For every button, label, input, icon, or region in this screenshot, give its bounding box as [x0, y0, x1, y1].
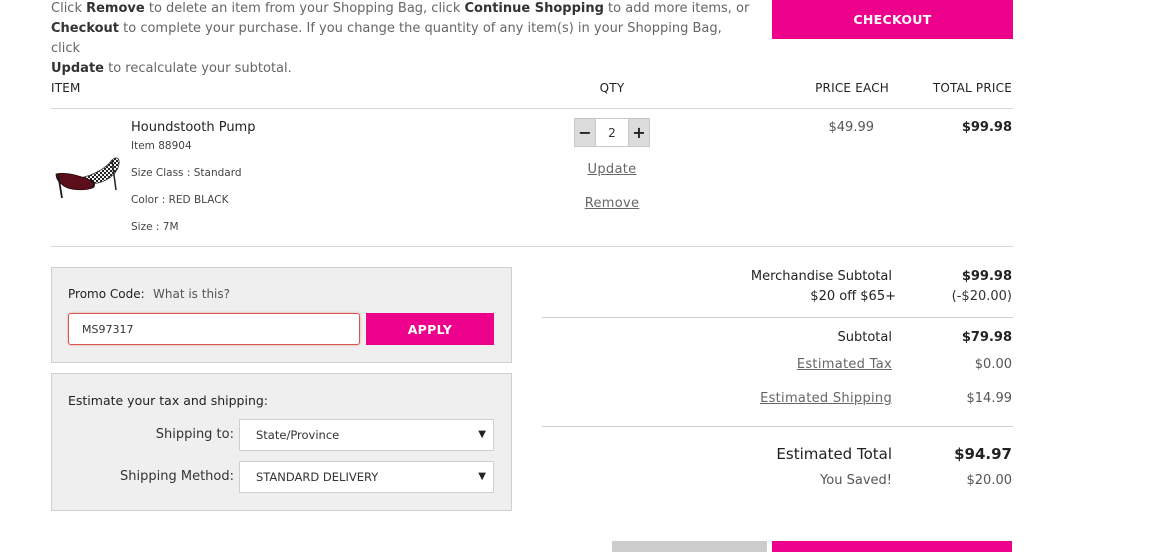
item-size: Size : 7M [131, 221, 179, 233]
qty-increase-button[interactable]: + [629, 119, 649, 146]
header-qty: QTY [599, 81, 625, 95]
shipping-to-label: Shipping to: [155, 427, 234, 442]
remove-link[interactable]: Remove [572, 196, 652, 211]
chevron-down-icon: ▼ [478, 471, 486, 482]
item-price-each: $49.99 [828, 120, 875, 135]
instr-bold-update: Update [51, 61, 104, 76]
discount-value: (-$20.00) [951, 289, 1012, 304]
shipping-to-select[interactable]: State/Province ▼ [239, 419, 494, 451]
instr-text-1: Click [51, 1, 87, 16]
estimated-shipping-link[interactable]: Estimated Shipping [680, 391, 892, 406]
subtotal-value: $79.98 [961, 330, 1012, 345]
instr-text-5: to recalculate your subtotal. [103, 61, 292, 76]
item-number: Item 88904 [131, 140, 192, 152]
item-color: Color : RED BLACK [131, 194, 229, 206]
continue-shopping-button[interactable] [612, 541, 767, 552]
promo-code-input[interactable]: MS97317 [68, 313, 360, 345]
instr-text-4: to complete your purchase. If you change… [51, 21, 722, 56]
subtotal-label: Subtotal [837, 330, 892, 345]
estimated-tax-link[interactable]: Estimated Tax [680, 357, 892, 372]
item-total-price: $99.98 [961, 120, 1012, 135]
quantity-stepper: − 2 + [574, 118, 650, 147]
shipping-method-value: STANDARD DELIVERY [256, 470, 379, 484]
chevron-down-icon: ▼ [478, 429, 486, 440]
instr-text-3: to add more items, or [603, 1, 750, 16]
shipping-method-label: Shipping Method: [120, 469, 234, 484]
shipping-method-select[interactable]: STANDARD DELIVERY ▼ [239, 461, 494, 493]
merch-subtotal-value: $99.98 [961, 269, 1012, 284]
you-saved-label: You Saved! [820, 473, 892, 488]
instr-bold-continue: Continue Shopping [464, 1, 604, 16]
header-price-each: PRICE EACH [815, 81, 889, 95]
estimated-shipping-value: $14.99 [966, 391, 1013, 406]
apply-promo-button[interactable]: APPLY [366, 313, 494, 345]
qty-input[interactable]: 2 [595, 119, 629, 146]
shipping-to-value: State/Province [256, 428, 340, 442]
cart-instructions: Click Remove to delete an item from your… [51, 0, 751, 79]
merch-subtotal-label: Merchandise Subtotal [750, 269, 892, 284]
qty-decrease-button[interactable]: − [575, 119, 595, 146]
estimated-total-label: Estimated Total [776, 445, 892, 463]
item-size-class: Size Class : Standard [131, 167, 242, 179]
tax-shipping-title: Estimate your tax and shipping: [68, 393, 269, 408]
product-image[interactable] [50, 150, 122, 202]
update-link[interactable]: Update [572, 162, 652, 177]
instr-bold-remove: Remove [86, 1, 145, 16]
promo-help-link[interactable]: What is this? [153, 287, 230, 301]
instr-bold-checkout: Checkout [51, 21, 120, 36]
estimated-total-value: $94.97 [954, 445, 1012, 463]
instr-text-2: to delete an item from your Shopping Bag… [144, 1, 465, 16]
header-divider [51, 108, 1013, 109]
checkout-button-bottom[interactable] [772, 541, 1012, 552]
you-saved-value: $20.00 [966, 473, 1013, 488]
checkout-button-top[interactable]: CHECKOUT [772, 0, 1013, 39]
header-total-price: TOTAL PRICE [932, 81, 1012, 95]
summary-divider-2 [542, 426, 1013, 427]
promo-code-label: Promo Code: [68, 287, 145, 301]
item-divider [51, 246, 1013, 247]
summary-divider-1 [542, 317, 1013, 318]
estimated-tax-value: $0.00 [974, 357, 1012, 372]
item-name[interactable]: Houndstooth Pump [131, 120, 255, 135]
header-item: ITEM [51, 81, 81, 95]
discount-label: $20 off $65+ [810, 289, 896, 304]
